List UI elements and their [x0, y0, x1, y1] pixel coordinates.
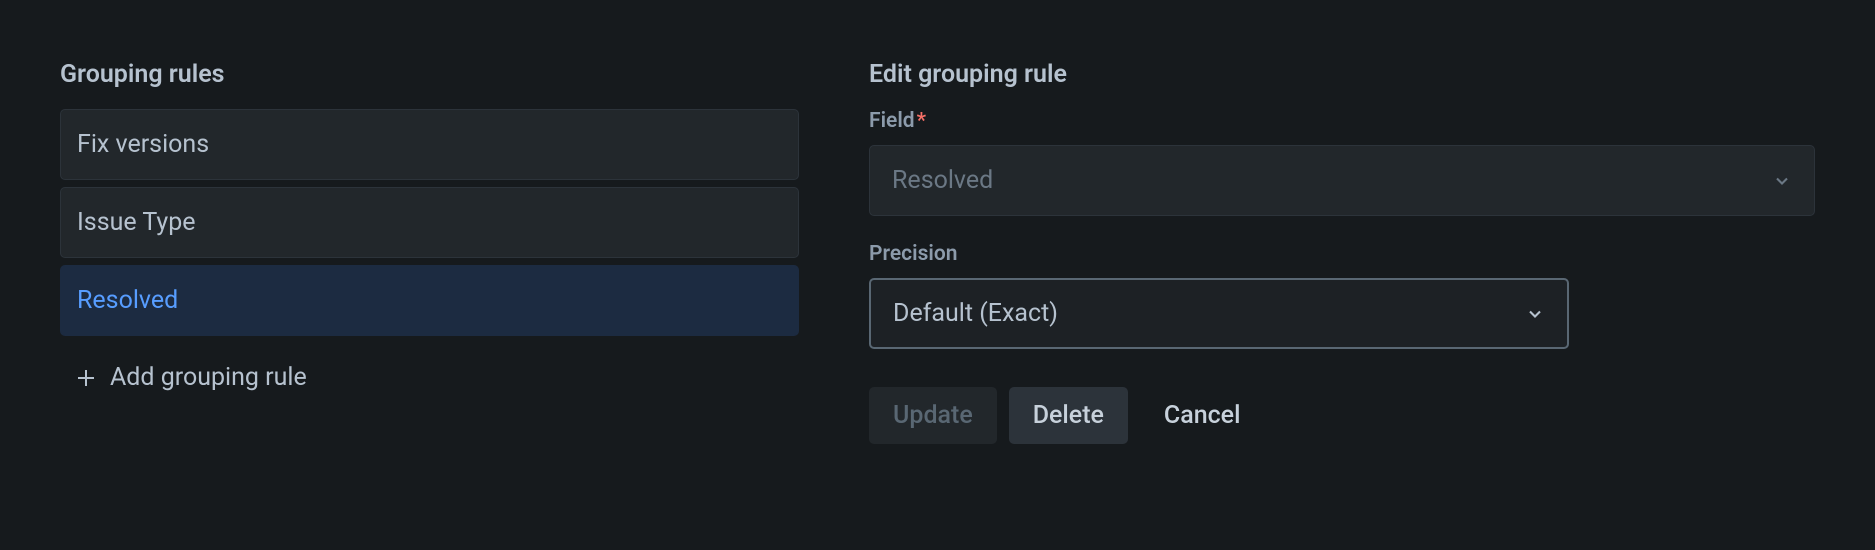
update-button[interactable]: Update	[869, 387, 997, 444]
field-select[interactable]: Resolved	[869, 145, 1815, 216]
precision-label: Precision	[869, 242, 1815, 266]
plus-icon	[74, 366, 98, 390]
edit-rule-title: Edit grouping rule	[869, 60, 1815, 89]
rule-item[interactable]: Issue Type	[60, 187, 799, 258]
rule-item-selected[interactable]: Resolved	[60, 265, 799, 336]
cancel-button[interactable]: Cancel	[1140, 387, 1265, 444]
field-label-text: Field	[869, 109, 915, 133]
add-rule-label: Add grouping rule	[110, 363, 307, 392]
rule-item-label: Issue Type	[77, 208, 196, 237]
grouping-rules-panel: Grouping rules Fix versions Issue Type R…	[60, 60, 799, 444]
chevron-down-icon	[1772, 171, 1792, 191]
button-row: Update Delete Cancel	[869, 387, 1815, 444]
rule-item[interactable]: Fix versions	[60, 109, 799, 180]
required-asterisk: *	[917, 109, 926, 133]
delete-button[interactable]: Delete	[1009, 387, 1128, 444]
field-label: Field*	[869, 109, 1815, 133]
rule-item-label: Resolved	[77, 286, 178, 315]
precision-select-value: Default (Exact)	[893, 299, 1058, 328]
add-grouping-rule-button[interactable]: Add grouping rule	[60, 343, 799, 412]
field-select-value: Resolved	[892, 166, 993, 195]
rule-item-label: Fix versions	[77, 130, 209, 159]
precision-select[interactable]: Default (Exact)	[869, 278, 1569, 349]
edit-rule-panel: Edit grouping rule Field* Resolved Preci…	[869, 60, 1815, 444]
grouping-rules-title: Grouping rules	[60, 60, 799, 89]
rule-list: Fix versions Issue Type Resolved	[60, 109, 799, 336]
chevron-down-icon	[1525, 304, 1545, 324]
